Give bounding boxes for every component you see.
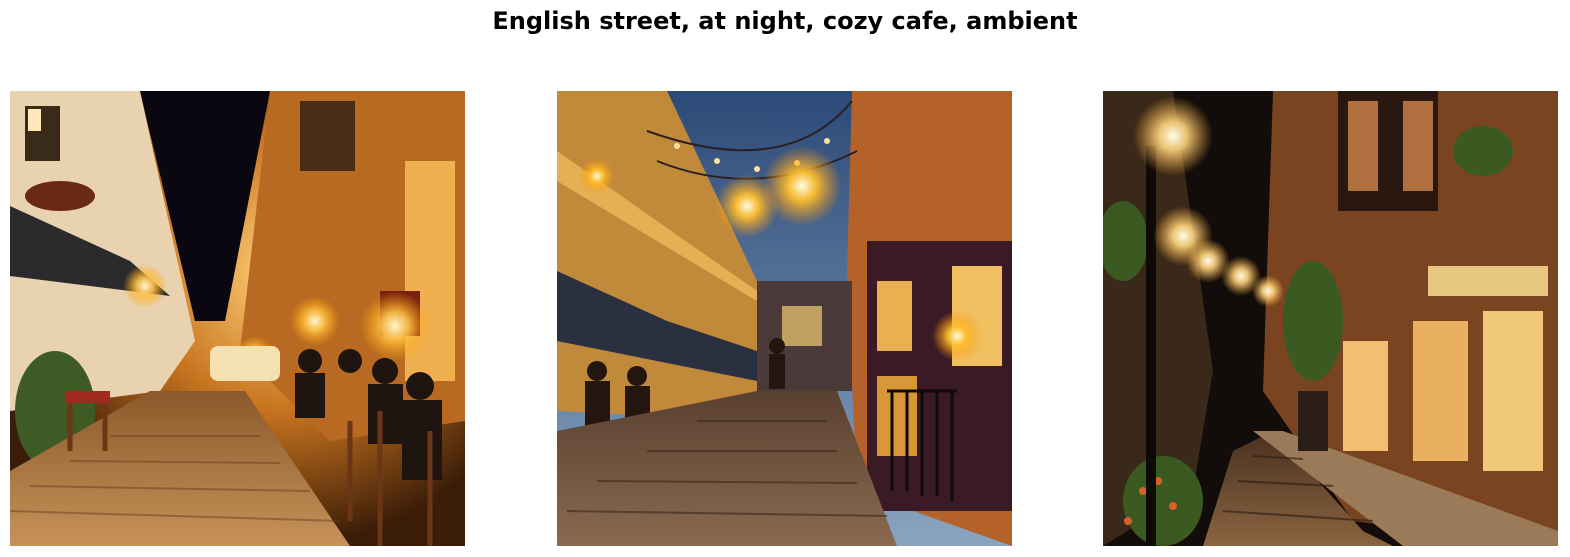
generated-image-2 [557,91,1012,546]
generated-image-3 [1103,91,1558,546]
figure-title: English street, at night, cozy cafe, amb… [492,7,1078,35]
generated-image-1 [10,91,465,546]
